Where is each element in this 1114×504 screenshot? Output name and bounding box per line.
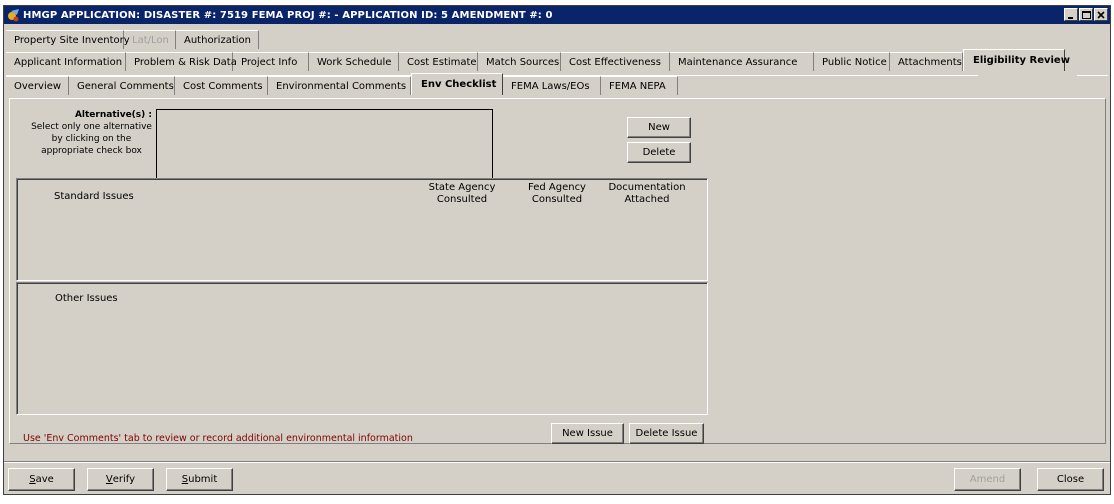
tab-row-2-baseline-end <box>1077 75 1108 76</box>
tab-row-1: Property Site Inventory Lat/Lon Authoriz… <box>6 30 259 49</box>
alternatives-label: Alternative(s) : Select only one alterna… <box>29 109 154 157</box>
tab-property-site-inventory[interactable]: Property Site Inventory <box>6 30 130 49</box>
tab-row-2: Applicant Information Problem & Risk Dat… <box>6 49 1070 71</box>
tab-cost-comments[interactable]: Cost Comments <box>175 76 268 95</box>
verify-label-rest: erify <box>112 474 136 485</box>
tab-overview[interactable]: Overview <box>6 76 69 95</box>
tab-general-comments[interactable]: General Comments <box>69 76 175 95</box>
save-button[interactable]: Save <box>8 468 75 491</box>
app-logo-icon <box>8 9 19 22</box>
bottom-separator <box>4 461 1110 463</box>
new-alternative-button[interactable]: New <box>627 117 691 138</box>
amend-button: Amend <box>954 468 1021 491</box>
tab-public-notice[interactable]: Public Notice <box>814 52 890 71</box>
tab-work-schedule[interactable]: Work Schedule <box>309 52 399 71</box>
tab-project-info[interactable]: Project Info <box>233 52 309 71</box>
documentation-attached-header: Documentation Attached <box>608 182 686 205</box>
tab-match-sources[interactable]: Match Sources <box>478 52 561 71</box>
other-issues-grid[interactable]: Other Issues <box>16 282 708 415</box>
close-icon[interactable] <box>1094 8 1108 21</box>
standard-issues-heading: Standard Issues <box>54 191 134 202</box>
state-agency-consulted-header: State Agency Consulted <box>428 182 496 205</box>
alternatives-instructions: Select only one alternative by clicking … <box>31 122 152 156</box>
tab-fema-nepa[interactable]: FEMA NEPA <box>601 76 678 95</box>
tab-cost-estimate[interactable]: Cost Estimate <box>399 52 478 71</box>
tab-maintenance-assurance[interactable]: Maintenance Assurance <box>670 52 814 71</box>
tab-applicant-information[interactable]: Applicant Information <box>6 52 126 71</box>
tab-attachments[interactable]: Attachments <box>890 52 963 71</box>
tab-eligibility-review[interactable]: Eligibility Review <box>963 49 1070 71</box>
new-issue-button[interactable]: New Issue <box>551 423 624 444</box>
tab-environmental-comments[interactable]: Environmental Comments <box>268 76 411 95</box>
tab-env-checklist[interactable]: Env Checklist <box>411 73 503 95</box>
tab-row-3: Overview General Comments Cost Comments … <box>6 73 678 95</box>
title-bar: HMGP APPLICATION: DISASTER #: 7519 FEMA … <box>4 6 1110 24</box>
tab-fema-laws-eos[interactable]: FEMA Laws/EOs <box>503 76 601 95</box>
delete-alternative-button[interactable]: Delete <box>627 142 691 163</box>
application-window: HMGP APPLICATION: DISASTER #: 7519 FEMA … <box>3 5 1111 495</box>
submit-label-rest: ubmit <box>188 474 218 485</box>
close-button[interactable]: Close <box>1037 468 1104 491</box>
window-title: HMGP APPLICATION: DISASTER #: 7519 FEMA … <box>23 9 553 21</box>
other-issues-heading: Other Issues <box>55 293 118 304</box>
save-label-rest: ave <box>35 474 54 485</box>
env-comments-hint: Use 'Env Comments' tab to review or reco… <box>23 433 413 444</box>
standard-issues-grid[interactable]: Standard Issues State Agency Consulted F… <box>16 178 708 281</box>
delete-issue-button[interactable]: Delete Issue <box>629 423 704 444</box>
tab-lat-lon: Lat/Lon <box>124 30 176 49</box>
maximize-icon[interactable] <box>1079 8 1093 21</box>
minimize-icon[interactable] <box>1064 8 1078 21</box>
tab-problem-risk-data[interactable]: Problem & Risk Data <box>126 52 237 71</box>
verify-button[interactable]: Verify <box>87 468 154 491</box>
verify-hotkey: V <box>105 474 113 485</box>
alternatives-heading: Alternative(s) : <box>74 110 152 120</box>
alternatives-list[interactable] <box>156 109 493 179</box>
fed-agency-consulted-header: Fed Agency Consulted <box>528 182 586 205</box>
submit-button[interactable]: Submit <box>166 468 233 491</box>
tab-authorization[interactable]: Authorization <box>176 30 259 49</box>
tab-cost-effectiveness[interactable]: Cost Effectiveness <box>561 52 670 71</box>
